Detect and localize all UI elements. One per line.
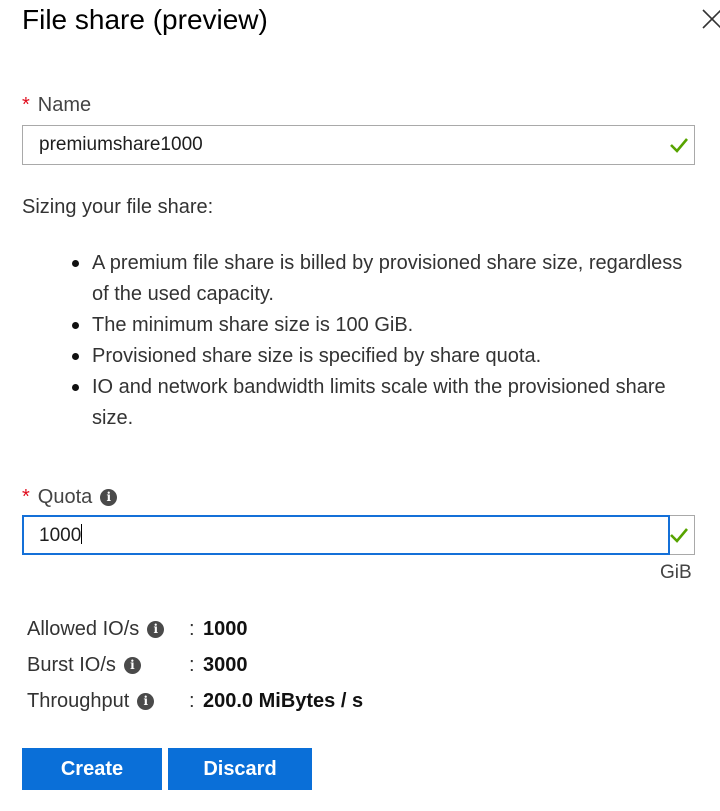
- name-label: * Name: [22, 94, 91, 117]
- list-item: Provisioned share size is specified by s…: [70, 341, 700, 372]
- list-item: IO and network bandwidth limits scale wi…: [70, 372, 700, 434]
- stat-value: 3000: [203, 654, 248, 676]
- stat-colon: :: [189, 654, 195, 676]
- list-item: The minimum share size is 100 GiB.: [70, 310, 700, 341]
- name-field-value[interactable]: premiumshare1000: [39, 134, 203, 156]
- sizing-heading: Sizing your file share:: [22, 196, 214, 218]
- sizing-bullet-list: A premium file share is billed by provis…: [70, 248, 700, 434]
- create-button[interactable]: Create: [22, 748, 162, 790]
- quota-unit: GiB: [660, 562, 692, 583]
- info-icon[interactable]: i: [100, 489, 118, 506]
- list-item: A premium file share is billed by provis…: [70, 248, 700, 310]
- stat-value: 200.0 MiBytes / s: [203, 690, 364, 712]
- panel-title: File share (preview): [22, 4, 268, 35]
- stat-colon: :: [189, 618, 195, 640]
- name-label-text: Name: [37, 94, 92, 116]
- info-icon[interactable]: i: [147, 621, 165, 638]
- stat-label: Allowed IO/s i: [27, 618, 165, 641]
- checkmark-icon: [668, 134, 690, 156]
- stat-value: 1000: [203, 618, 248, 640]
- quota-value-text: 1000: [39, 525, 82, 546]
- required-marker: *: [22, 94, 30, 116]
- stat-label: Throughput i: [27, 690, 155, 713]
- required-marker: *: [22, 486, 30, 508]
- quota-label: * Quota i: [22, 486, 118, 509]
- stat-colon: :: [189, 690, 195, 712]
- quota-field[interactable]: 1000: [22, 515, 695, 555]
- close-icon[interactable]: [700, 6, 720, 32]
- quota-field-value[interactable]: 1000: [39, 524, 83, 547]
- quota-label-text: Quota: [37, 486, 93, 508]
- info-icon[interactable]: i: [137, 693, 155, 710]
- focus-outline: [22, 515, 670, 555]
- stat-label: Burst IO/s i: [27, 654, 141, 677]
- info-icon[interactable]: i: [123, 657, 141, 674]
- name-field[interactable]: premiumshare1000: [22, 125, 695, 165]
- stat-label-text: Throughput: [27, 690, 130, 712]
- discard-button[interactable]: Discard: [168, 748, 312, 790]
- file-share-panel: File share (preview) * Name premiumshare…: [0, 0, 720, 811]
- stat-label-text: Burst IO/s: [27, 654, 116, 676]
- stat-label-text: Allowed IO/s: [27, 618, 140, 640]
- checkmark-icon: [668, 524, 690, 546]
- text-caret: [81, 524, 83, 544]
